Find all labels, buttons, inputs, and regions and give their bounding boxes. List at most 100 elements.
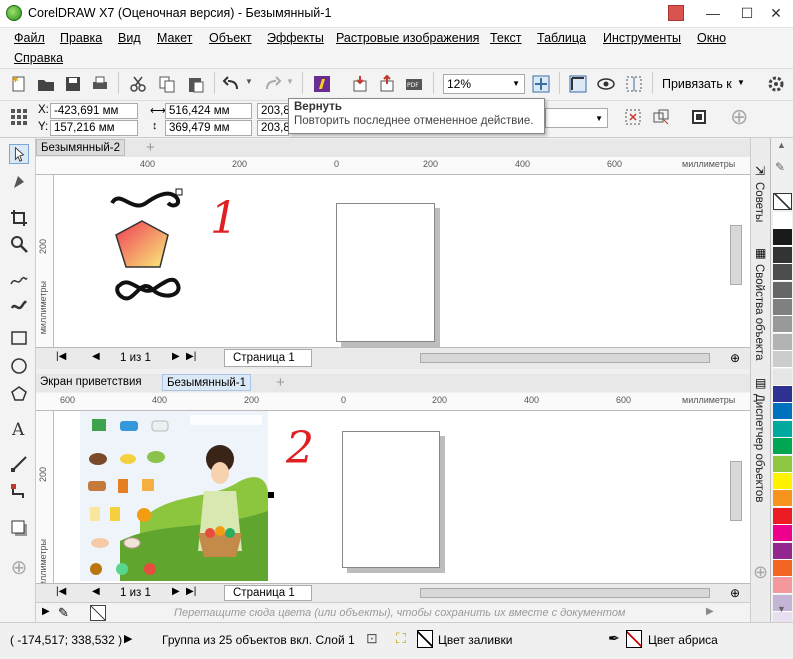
- redo-icon[interactable]: [262, 74, 282, 94]
- menu-bitmaps[interactable]: Растровые изображения: [336, 31, 479, 45]
- tab-object-manager[interactable]: Диспетчер объектов: [753, 394, 765, 502]
- artistic-media-icon[interactable]: [9, 296, 29, 316]
- v-scrollbar-2[interactable]: [730, 461, 742, 521]
- artwork-group-1[interactable]: [106, 185, 188, 315]
- height-field[interactable]: 369,479 мм: [165, 120, 252, 136]
- next-page-icon[interactable]: ▶: [172, 351, 180, 362]
- no-color-swatch[interactable]: [90, 605, 106, 621]
- print-icon[interactable]: [90, 74, 110, 94]
- add-docker-plus-icon[interactable]: ⊕: [753, 562, 768, 583]
- close-button[interactable]: ✕: [759, 0, 793, 28]
- add-tool-plus-icon[interactable]: ⊕: [9, 558, 29, 578]
- palette-swatch[interactable]: [773, 368, 792, 386]
- palette-swatch[interactable]: [773, 560, 792, 577]
- zoom-to-fit-icon[interactable]: [531, 74, 551, 94]
- palette-swatch[interactable]: [773, 490, 792, 508]
- h-scrollbar-2[interactable]: [420, 588, 710, 598]
- menu-window[interactable]: Окно: [697, 31, 726, 45]
- rectangle-tool-icon[interactable]: [9, 328, 29, 348]
- prev-page-icon[interactable]: ◀: [92, 586, 100, 597]
- undo-dropdown-icon[interactable]: ▼: [245, 77, 253, 86]
- rulers-icon[interactable]: [568, 74, 588, 94]
- outline-pen-icon[interactable]: ✒: [608, 630, 620, 647]
- palette-swatch[interactable]: [773, 455, 792, 473]
- text-tool-icon[interactable]: A: [9, 418, 29, 438]
- connector-tool-icon[interactable]: [9, 482, 29, 502]
- palette-swatch[interactable]: [773, 525, 792, 543]
- menu-help[interactable]: Справка: [14, 51, 63, 65]
- menu-text[interactable]: Текст: [490, 31, 521, 45]
- first-page-icon[interactable]: |◀: [56, 586, 66, 597]
- y-position-field[interactable]: 157,216 мм: [50, 120, 138, 136]
- selection-handle[interactable]: [268, 492, 274, 498]
- cut-icon[interactable]: [128, 74, 148, 94]
- palette-swatch[interactable]: [773, 403, 792, 421]
- fill-bucket-icon[interactable]: ⛶: [396, 630, 406, 647]
- palette-swatch[interactable]: [773, 299, 792, 316]
- export-icon[interactable]: [377, 74, 397, 94]
- zoom-tool-icon[interactable]: [9, 234, 29, 254]
- scale-y-field[interactable]: 203,8: [257, 120, 290, 136]
- no-color-swatch[interactable]: [773, 193, 792, 210]
- options-gear-icon[interactable]: [766, 74, 786, 94]
- first-page-icon[interactable]: |◀: [56, 351, 66, 362]
- new-tab-plus-icon[interactable]: +: [142, 139, 159, 156]
- eyedropper-icon[interactable]: ✎: [58, 605, 69, 621]
- palette-up-arrow-icon[interactable]: ▲: [777, 140, 786, 150]
- dimension-tool-icon[interactable]: [9, 454, 29, 474]
- ungroup-objects-icon[interactable]: [652, 108, 670, 126]
- palette-swatch[interactable]: [773, 542, 792, 560]
- shape-tool-icon[interactable]: [9, 172, 29, 192]
- undo-icon[interactable]: [222, 74, 242, 94]
- food-clipart-group[interactable]: [80, 411, 268, 581]
- paste-icon[interactable]: [186, 74, 206, 94]
- scale-x-field[interactable]: 203,8: [257, 103, 290, 119]
- menu-tools[interactable]: Инструменты: [603, 31, 681, 45]
- tab-bezymyanny-1[interactable]: Безымянный-1: [162, 374, 251, 391]
- publish-pdf-icon[interactable]: PDF: [404, 74, 424, 94]
- last-page-icon[interactable]: ▶|: [186, 586, 196, 597]
- palette-swatch[interactable]: [773, 507, 792, 525]
- view-mode-icon[interactable]: [596, 74, 616, 94]
- palette-swatch[interactable]: [773, 420, 792, 438]
- save-icon[interactable]: [63, 74, 83, 94]
- add-toolbar-plus-icon[interactable]: ⊕: [730, 104, 748, 130]
- polygon-tool-icon[interactable]: [9, 384, 29, 404]
- align-distribute-icon[interactable]: [690, 108, 708, 126]
- page-tab-2[interactable]: Страница 1: [224, 585, 312, 601]
- palette-swatch[interactable]: [773, 229, 792, 247]
- redo-dropdown-icon[interactable]: ▼: [286, 77, 294, 86]
- copy-icon[interactable]: [157, 74, 177, 94]
- width-field[interactable]: 516,424 мм: [165, 103, 252, 119]
- color-proof-icon[interactable]: ⊡: [366, 630, 378, 647]
- status-play-icon[interactable]: ▶: [124, 632, 132, 645]
- tab-hints[interactable]: Советы: [753, 182, 765, 222]
- palette-swatch[interactable]: [773, 281, 792, 299]
- tab-bezymyanny-2[interactable]: Безымянный-2: [36, 139, 125, 156]
- palette-swatch[interactable]: [773, 316, 792, 334]
- palette-swatch[interactable]: [773, 577, 792, 595]
- drawing-canvas-2[interactable]: 2: [54, 411, 750, 583]
- palette-swatch[interactable]: [773, 246, 792, 264]
- palette-scroll-icon[interactable]: ▶: [706, 606, 714, 617]
- menu-layout[interactable]: Макет: [157, 31, 192, 45]
- snap-to-menu[interactable]: Привязать к: [662, 77, 732, 91]
- zoom-nav-icon[interactable]: ⊕: [730, 351, 740, 365]
- fill-color-swatch[interactable]: [417, 630, 433, 648]
- menu-effects[interactable]: Эффекты: [267, 31, 324, 45]
- v-scrollbar-1[interactable]: [730, 225, 742, 285]
- next-page-icon[interactable]: ▶: [172, 586, 180, 597]
- freehand-tool-icon[interactable]: [9, 270, 29, 290]
- new-document-icon[interactable]: ✱: [9, 74, 29, 94]
- menu-view[interactable]: Вид: [118, 31, 141, 45]
- snap-dropdown-icon[interactable]: ▼: [737, 78, 745, 87]
- last-page-icon[interactable]: ▶|: [186, 351, 196, 362]
- menu-edit[interactable]: Правка: [60, 31, 102, 45]
- palette-swatch[interactable]: [773, 386, 792, 403]
- pick-tool-icon[interactable]: [9, 144, 29, 164]
- new-tab-plus-icon[interactable]: +: [272, 374, 289, 391]
- outline-color-swatch[interactable]: [626, 630, 642, 648]
- palette-swatch[interactable]: [773, 264, 792, 282]
- tab-welcome-screen[interactable]: Экран приветствия: [36, 374, 146, 391]
- user-account-icon[interactable]: [668, 5, 684, 21]
